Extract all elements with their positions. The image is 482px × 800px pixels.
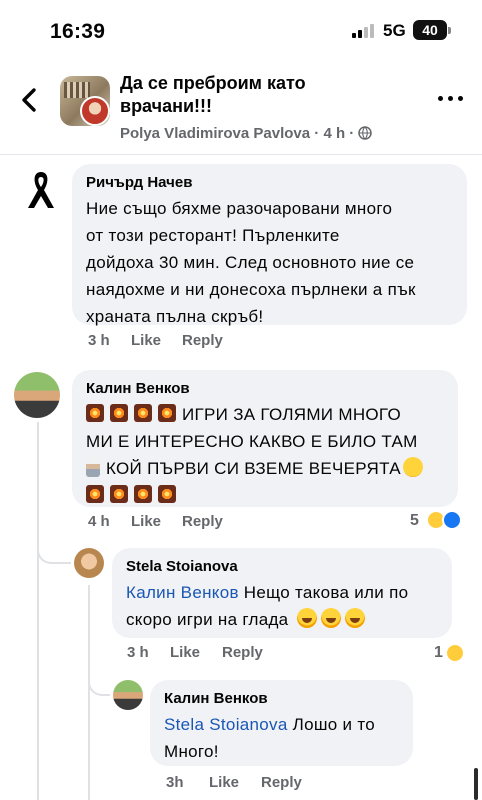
battery-cap: [448, 27, 451, 34]
comment-actions: 3 h Like Reply: [127, 644, 327, 664]
chevron-left-icon: [22, 88, 36, 112]
fireworks-icon: [110, 485, 128, 503]
comment-line: Ние също бяхме разочаровани много: [86, 199, 393, 218]
comment-time: 4 h: [88, 513, 110, 530]
comment-author[interactable]: Ричърд Начев: [86, 174, 453, 191]
post-title-line: врачани!!!: [120, 96, 213, 116]
thread-line: [88, 585, 90, 800]
meta-separator: ·: [349, 125, 355, 142]
comment-line: скоро игри на глада: [126, 606, 438, 633]
comment-line: ИГРИ ЗА ГОЛЯМИ МНОГО: [86, 401, 444, 428]
thread-connector: [88, 676, 110, 696]
post-title-line: Да се преброим като: [120, 73, 306, 93]
rolling-laugh-icon: [345, 608, 366, 628]
fireworks-icon: [158, 404, 176, 422]
status-bar: 16:39 5G 40: [0, 0, 482, 62]
meta-separator: ·: [314, 125, 320, 142]
comment-author[interactable]: Калин Венков: [86, 380, 444, 397]
chef-icon: [86, 457, 100, 477]
mention-link[interactable]: Калин Венков: [126, 583, 239, 602]
comment-text: Калин Венков Нещо такова или по скоро иг…: [126, 579, 438, 633]
thread-connector: [37, 540, 71, 564]
comment-line-text: Лошо и то: [287, 715, 376, 734]
commenter-avatar[interactable]: [74, 548, 104, 578]
comment-line: [86, 482, 444, 509]
comment-text: Ние също бяхме разочаровани много от тоз…: [86, 195, 453, 330]
comment-line: КОЙ ПЪРВИ СИ ВЗЕМЕ ВЕЧЕРЯТА: [86, 455, 444, 482]
comment-text: Stela Stoianova Лошо и то Много!: [164, 711, 399, 765]
fireworks-icon: [158, 485, 176, 503]
reaction-summary[interactable]: 5: [410, 510, 470, 532]
comment-line-text: ИГРИ ЗА ГОЛЯМИ МНОГО: [182, 405, 401, 424]
comment-actions: 3 h Like Reply: [88, 332, 288, 352]
reply-button[interactable]: Reply: [261, 774, 302, 791]
wink-face-icon: [402, 457, 423, 477]
reaction-summary[interactable]: 1: [434, 643, 474, 665]
post-meta: Polya Vladimirova Pavlova · 4 h ·: [120, 125, 373, 142]
rolling-laugh-icon: [297, 608, 318, 628]
reply-bubble: Калин Венков Stela Stoianova Лошо и то М…: [150, 680, 413, 766]
comment-time: 3h: [166, 774, 184, 791]
comment-line: Много!: [164, 742, 219, 761]
reaction-count: 1: [434, 644, 443, 661]
back-button[interactable]: [14, 84, 46, 116]
black-ribbon-icon: [28, 172, 54, 208]
comment-line: от този ресторант! Пърленките: [86, 226, 340, 245]
comment-time: 3 h: [127, 644, 149, 661]
comment-bubble: Калин Венков ИГРИ ЗА ГОЛЯМИ МНОГО МИ Е И…: [72, 370, 458, 507]
commenter-avatar[interactable]: [113, 680, 143, 710]
fireworks-icon: [110, 404, 128, 422]
comment-line: храната пълна скръб!: [86, 307, 264, 326]
comment-line: дойдоха 30 мин. След основното ние се: [86, 253, 415, 272]
like-button[interactable]: Like: [131, 332, 161, 349]
author-avatar[interactable]: [80, 96, 110, 126]
commenter-avatar[interactable]: [18, 166, 64, 212]
rolling-laugh-icon: [321, 608, 342, 628]
comment-line: Калин Венков Нещо такова или по: [126, 579, 438, 606]
battery-level: 40: [422, 22, 438, 38]
network-type: 5G: [383, 21, 406, 40]
post-author[interactable]: Polya Vladimirova Pavlova: [120, 125, 310, 142]
like-button[interactable]: Like: [131, 513, 161, 530]
reaction-count: 5: [410, 512, 419, 529]
thread-line: [37, 422, 39, 800]
commenter-avatar[interactable]: [14, 372, 60, 418]
status-time: 16:39: [50, 20, 106, 43]
post-title: Да се преброим като врачани!!!: [120, 72, 420, 118]
comment-author[interactable]: Stela Stoianova: [126, 558, 438, 575]
globe-icon: [358, 126, 373, 140]
comment-actions: 3h Like Reply: [166, 774, 366, 794]
like-icon: [442, 510, 462, 530]
header-divider: [0, 154, 482, 155]
fireworks-icon: [134, 404, 152, 422]
comment-line-text: КОЙ ПЪРВИ СИ ВЗЕМЕ ВЕЧЕРЯТА: [106, 459, 401, 478]
scrollbar[interactable]: [474, 768, 478, 800]
reply-button[interactable]: Reply: [182, 332, 223, 349]
battery-icon: 40: [413, 20, 447, 40]
post-time[interactable]: 4 h: [323, 125, 345, 142]
haha-icon: [445, 643, 465, 663]
post-header: Да се преброим като врачани!!! Polya Vla…: [0, 62, 482, 154]
reply-button[interactable]: Reply: [222, 644, 263, 661]
comment-line-text: Нещо такова или по: [238, 583, 409, 602]
reply-bubble: Stela Stoianova Калин Венков Нещо такова…: [112, 548, 452, 638]
comment-text: ИГРИ ЗА ГОЛЯМИ МНОГО МИ Е ИНТЕРЕСНО КАКВ…: [86, 401, 444, 509]
mention-link[interactable]: Stela Stoianova: [164, 715, 288, 734]
cellular-signal-icon: [352, 24, 374, 38]
comment-line: МИ Е ИНТЕРЕСНО КАКВО Е БИЛО ТАМ: [86, 432, 418, 451]
comment-bubble: Ричърд Начев Ние също бяхме разочаровани…: [72, 164, 467, 326]
reply-button[interactable]: Reply: [182, 513, 223, 530]
comment-line-text: скоро игри на глада: [126, 610, 289, 629]
more-options-button[interactable]: [436, 92, 466, 106]
comment-author[interactable]: Калин Венков: [164, 690, 399, 707]
fireworks-icon: [134, 485, 152, 503]
fireworks-icon: [86, 485, 104, 503]
like-button[interactable]: Like: [209, 774, 239, 791]
comment-line: Stela Stoianova Лошо и то: [164, 711, 399, 738]
comment-actions: 4 h Like Reply: [88, 513, 288, 533]
comment-line: наядохме и ни донесоха пърлнеки а пък: [86, 280, 416, 299]
fireworks-icon: [86, 404, 104, 422]
like-button[interactable]: Like: [170, 644, 200, 661]
comment-time: 3 h: [88, 332, 110, 349]
